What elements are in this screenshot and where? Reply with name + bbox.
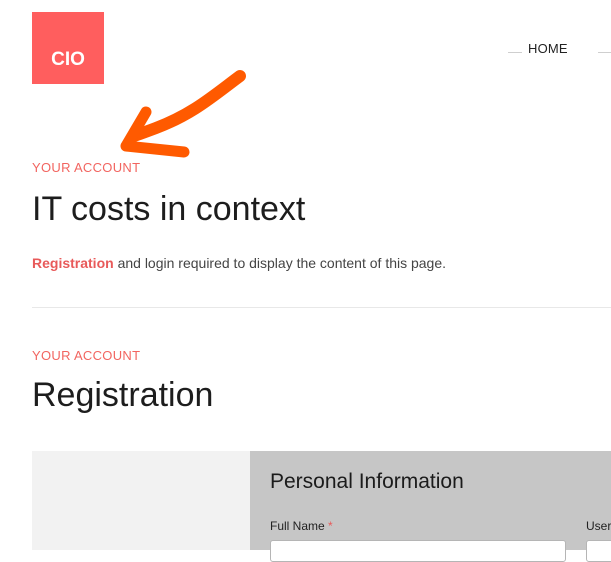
form-heading: Personal Information [270,470,464,493]
annotation-arrow-icon [120,70,246,158]
form-main-panel [250,451,611,550]
full-name-input[interactable] [270,540,566,562]
username-input[interactable] [586,540,611,562]
section-divider [32,307,611,308]
full-name-label-text: Full Name [270,519,325,533]
nav-home-link[interactable]: HOME [528,41,568,56]
registration-eyebrow: YOUR ACCOUNT [32,348,141,363]
page-title: IT costs in context [32,190,306,228]
username-label: User [586,519,611,533]
site-logo[interactable]: CIO [32,12,104,84]
nav-divider-left [508,52,522,53]
login-notice: Registration and login required to displ… [32,255,446,271]
nav-divider-right [598,52,611,53]
registration-link[interactable]: Registration [32,255,114,271]
registration-title: Registration [32,376,214,414]
required-marker: * [328,519,333,533]
full-name-label: Full Name * [270,519,333,533]
logo-text: CIO [51,49,85,70]
notice-text: and login required to display the conten… [113,255,447,271]
form-side-panel [32,451,250,550]
section-eyebrow: YOUR ACCOUNT [32,160,141,175]
